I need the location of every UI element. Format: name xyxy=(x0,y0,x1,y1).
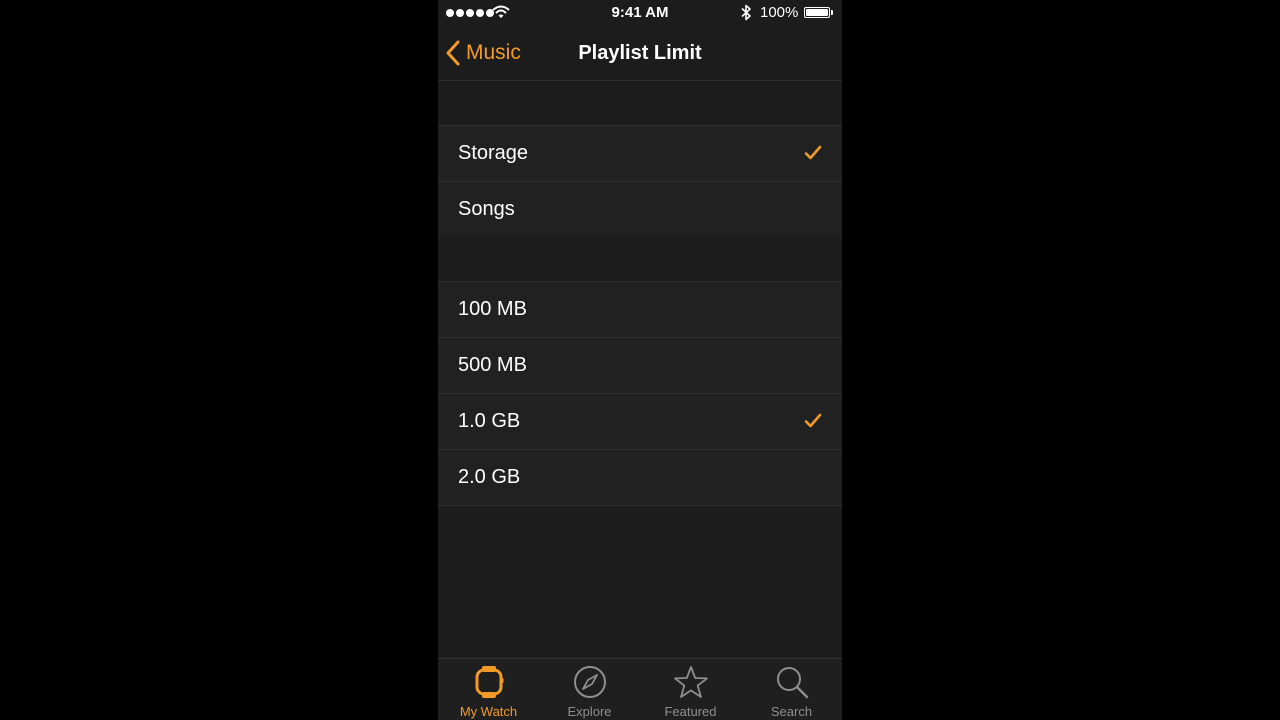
battery-percent: 100% xyxy=(760,4,799,21)
navigation-bar: Music Playlist Limit xyxy=(438,26,842,81)
tab-explore[interactable]: Explore xyxy=(539,659,640,720)
row-label: Storage xyxy=(458,142,529,164)
limit-type-row-storage[interactable]: Storage xyxy=(438,126,842,182)
tab-featured[interactable]: Featured xyxy=(640,659,741,720)
battery-icon xyxy=(804,7,833,18)
compass-icon xyxy=(573,666,606,698)
star-icon xyxy=(673,666,708,698)
bluetooth-icon xyxy=(740,4,752,25)
checkmark-icon xyxy=(804,145,822,160)
section-spacer xyxy=(438,237,842,281)
tab-label: Search xyxy=(770,704,813,719)
limit-amount-row-100mb[interactable]: 100 MB xyxy=(438,282,842,338)
tab-label: Explore xyxy=(567,704,612,719)
checkmark-icon xyxy=(804,413,822,428)
limit-amount-row-1gb[interactable]: 1.0 GB xyxy=(438,394,842,450)
tab-search[interactable]: Search xyxy=(741,659,842,720)
search-icon xyxy=(776,667,808,699)
tab-label: Featured xyxy=(664,704,717,719)
limit-amount-row-500mb[interactable]: 500 MB xyxy=(438,338,842,394)
status-bar: 9:41 AM 100% xyxy=(438,0,842,26)
tab-label: My Watch xyxy=(459,704,518,719)
row-label: 100 MB xyxy=(458,298,527,320)
row-label: 1.0 GB xyxy=(458,410,521,432)
row-label: Songs xyxy=(458,198,515,220)
watch-icon xyxy=(475,666,503,698)
page-title: Playlist Limit xyxy=(578,42,702,64)
limit-amount-row-2gb[interactable]: 2.0 GB xyxy=(438,450,842,506)
tab-my-watch[interactable]: My Watch xyxy=(438,659,539,720)
section-spacer xyxy=(438,81,842,125)
row-label: 2.0 GB xyxy=(458,466,521,488)
row-label: 500 MB xyxy=(458,354,527,376)
phone-screen: 9:41 AM 100% Music Playlist Limit Storag… xyxy=(438,0,842,720)
limit-type-list: Storage Songs xyxy=(438,125,842,238)
tab-bar: My Watch Explore Featured Search xyxy=(438,658,842,720)
limit-amount-list: 100 MB 500 MB 1.0 GB 2.0 GB xyxy=(438,281,842,506)
limit-type-row-songs[interactable]: Songs xyxy=(438,182,842,238)
